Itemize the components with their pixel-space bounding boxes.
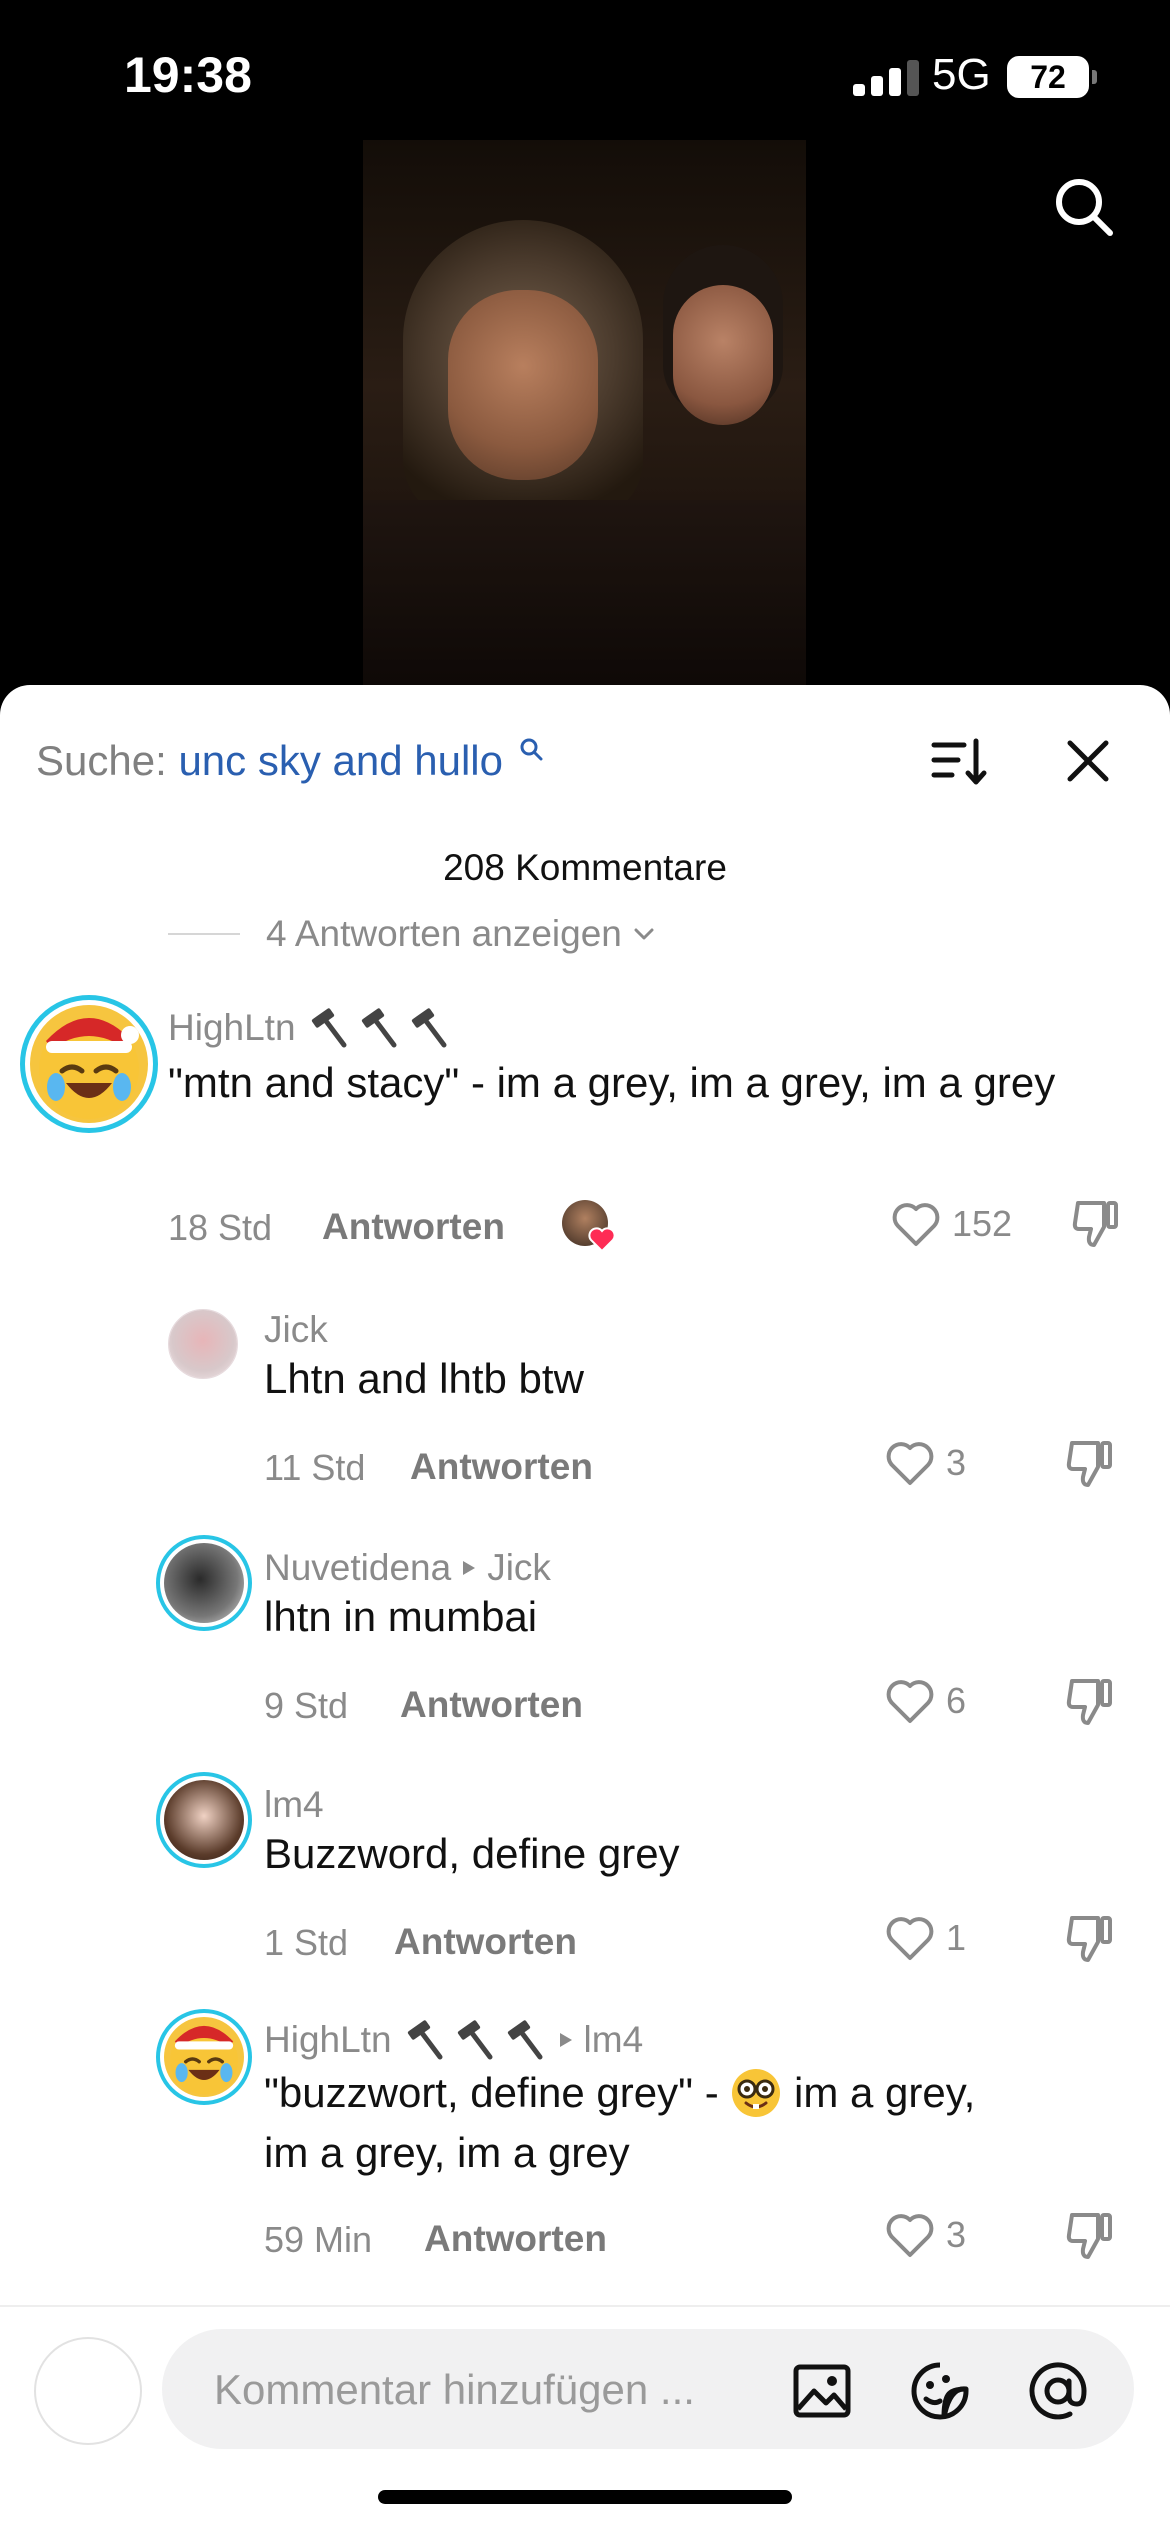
hammer-icon [411, 1008, 447, 1048]
video-person-face [448, 290, 598, 480]
like-button[interactable]: 3 [884, 1439, 966, 1487]
comment-text: "buzzwort, define grey" - im a grey, im … [264, 2069, 976, 2176]
avatar[interactable] [156, 1772, 252, 1868]
like-count: 3 [946, 1442, 967, 1483]
hammer-emoji-icons [306, 1005, 452, 1051]
battery-level: 72 [1030, 58, 1066, 95]
comment-time: 11 Std [264, 1447, 366, 1488]
close-icon[interactable] [1062, 735, 1114, 787]
chevron-down-icon [634, 928, 654, 940]
comment-text: "mtn and stacy" - im a grey, im a grey, … [168, 1059, 1056, 1106]
video-player[interactable] [363, 140, 806, 685]
reply-to-user[interactable]: lm4 [584, 2019, 644, 2061]
heart-filled-icon [588, 1227, 616, 1252]
divider [168, 933, 240, 935]
reply-button[interactable]: Antworten [322, 1206, 505, 1248]
comment-username[interactable]: HighLtn lm4 [264, 2017, 643, 2063]
avatar[interactable] [156, 2009, 252, 2105]
hammer-icon [311, 1008, 347, 1048]
like-button[interactable]: 1 [884, 1914, 966, 1962]
dislike-icon[interactable] [1064, 1675, 1118, 1729]
avatar[interactable] [168, 1309, 238, 1379]
reply-button[interactable]: Antworten [410, 1446, 593, 1488]
search-suggestion[interactable]: Suche: unc sky and hullo [36, 737, 543, 785]
comment-input-container [162, 2329, 1134, 2449]
network-type: 5G [932, 50, 991, 99]
like-count: 6 [946, 1680, 967, 1721]
creator-liked-badge [562, 1200, 616, 1254]
avatar[interactable] [20, 995, 158, 1133]
reply-button[interactable]: Antworten [400, 1684, 583, 1726]
comment-username[interactable]: lm4 [264, 1784, 324, 1826]
heart-icon [892, 1203, 940, 1246]
heart-icon [886, 1680, 934, 1723]
home-indicator[interactable] [378, 2490, 792, 2504]
status-bar: 19:38 5G 72 [0, 0, 1170, 140]
like-button[interactable]: 152 [890, 1200, 1012, 1248]
comment-text: lhtn in mumbai [264, 1593, 538, 1640]
video-bodies [363, 500, 806, 685]
reply-button[interactable]: Antworten [394, 1921, 577, 1963]
nerd-face-emoji-icon [732, 2069, 781, 2117]
reply-button[interactable]: Antworten [424, 2218, 607, 2260]
hammer-icon [407, 2020, 443, 2060]
comment-time: 9 Std [264, 1685, 349, 1726]
search-small-icon [520, 738, 543, 761]
sort-icon[interactable] [930, 733, 988, 791]
hammer-icon [457, 2020, 493, 2060]
reply-to-user[interactable]: Jick [487, 1547, 551, 1589]
dislike-icon[interactable] [1064, 1912, 1118, 1966]
hammer-icon [361, 1008, 397, 1048]
comment-count: 208 Kommentare [443, 847, 727, 888]
mention-icon[interactable] [1026, 2359, 1090, 2423]
video-second-person-face [673, 285, 773, 425]
comment-username[interactable]: Jick [264, 1309, 328, 1351]
hammer-icon [507, 2020, 543, 2060]
reply-arrow-icon [559, 2033, 572, 2047]
emoji-sticker-icon[interactable] [908, 2359, 972, 2423]
avatar[interactable] [156, 1535, 252, 1631]
comment-time: 1 Std [264, 1922, 349, 1963]
search-label: Suche: [36, 737, 167, 784]
like-button[interactable]: 6 [884, 1677, 966, 1725]
comments-sheet: Suche: unc sky and hullo 208 Kommentare … [0, 685, 1170, 2532]
hammer-emoji-icons [402, 2017, 548, 2063]
image-icon[interactable] [790, 2359, 854, 2423]
comment-time: 59 Min [264, 2219, 373, 2260]
like-count: 152 [952, 1203, 1013, 1244]
like-button[interactable]: 3 [884, 2211, 966, 2259]
show-replies-button[interactable]: 4 Antworten anzeigen [168, 913, 658, 955]
status-time: 19:38 [124, 47, 252, 103]
comment-username[interactable]: HighLtn [168, 1005, 452, 1051]
cellular-signal-icon [853, 60, 919, 96]
comment-text: Buzzword, define grey [264, 1830, 680, 1877]
heart-icon [886, 2214, 934, 2257]
current-user-avatar[interactable] [34, 2337, 142, 2445]
dislike-icon[interactable] [1064, 1437, 1118, 1491]
crying-laughing-emoji-icon [39, 1018, 139, 1119]
crying-laughing-emoji-icon [170, 2025, 238, 2095]
like-count: 1 [946, 1917, 967, 1958]
battery-icon: 72 [1007, 56, 1089, 98]
heart-icon [886, 1917, 934, 1960]
comment-time: 18 Std [168, 1207, 273, 1248]
reply-arrow-icon [463, 1561, 476, 1575]
like-count: 3 [946, 2214, 967, 2255]
dislike-icon[interactable] [1070, 1197, 1124, 1251]
search-icon[interactable] [1052, 175, 1116, 239]
show-replies-label: 4 Antworten anzeigen [266, 913, 622, 954]
comment-text: Lhtn and lhtb btw [264, 1355, 584, 1402]
comment-username[interactable]: Nuvetidena Jick [264, 1547, 551, 1589]
battery-tip [1092, 70, 1097, 84]
dislike-icon[interactable] [1064, 2209, 1118, 2263]
heart-icon [886, 1442, 934, 1485]
search-query-link[interactable]: unc sky and hullo [178, 737, 503, 784]
